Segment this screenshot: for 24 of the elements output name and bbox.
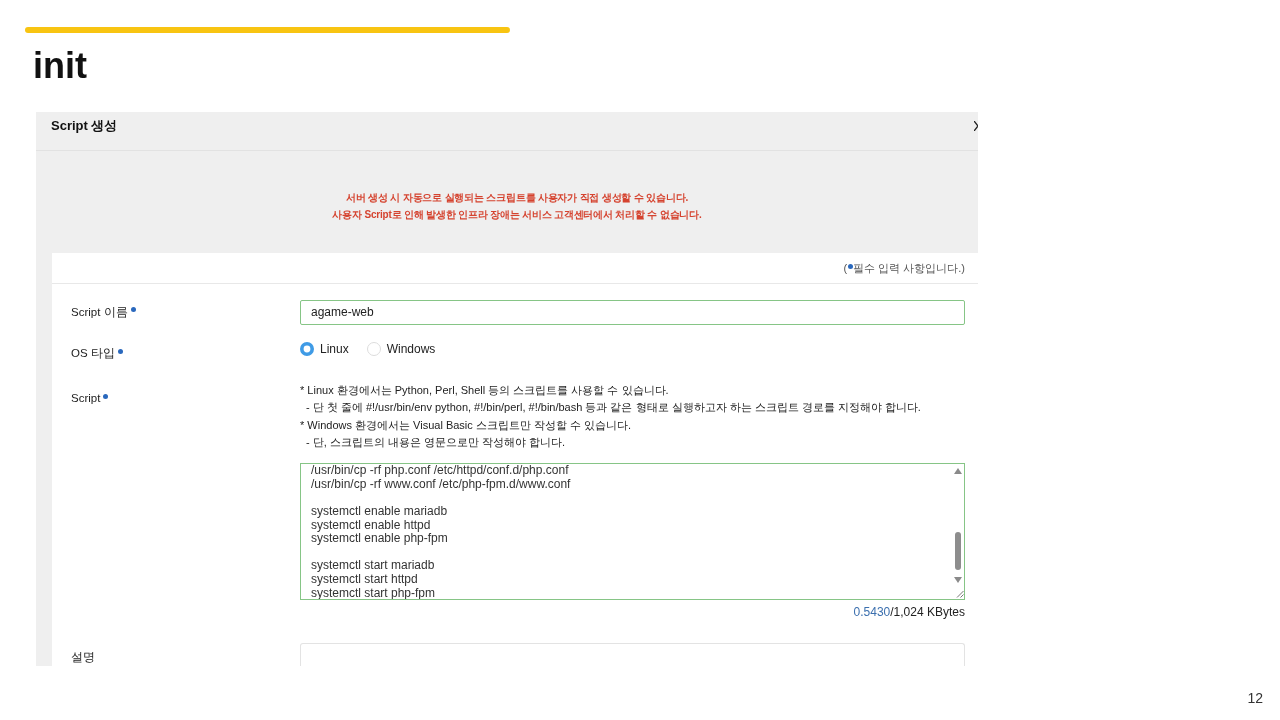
field-label: Script <box>71 391 101 406</box>
size-used: 0.5430 <box>853 604 891 621</box>
dialog-title: Script 생성 <box>51 117 118 135</box>
slide-title: init <box>33 44 87 88</box>
help-text: * Windows 환경에서는 Visual Basic 스크립트만 작성할 수 있습니다. <box>300 417 632 433</box>
help-text: - 단, 스크립트의 내용은 영문으로만 작성해야 합니다. <box>306 434 566 450</box>
page-number: 12 <box>1247 690 1263 706</box>
radio-option[interactable]: Linux <box>300 341 349 357</box>
resize-grip-icon[interactable] <box>955 589 964 599</box>
script-textarea[interactable]: /usr/bin/cp -rf php.conf /etc/httpd/conf.d/php.conf /usr/bin/cp -rf www.conf /etc/php-fpm.d/www.conf systemctl enable mariadb systemctl enable httpd systemctl enable php-fpm systemctl start mariadb systemctl start httpd systemctl start php-fpm <box>300 463 965 601</box>
required-dot-icon <box>848 264 854 269</box>
help-text: - 단 첫 줄에 #!/usr/bin/env python, #!/bin/perl, #!/bin/bash 등과 같은 형태로 실행하고자 하는 스크립트 경로를 지정해야 합니다. <box>306 400 921 416</box>
notice-text: 사용자 Script로 인해 발생한 인프라 장애는 서비스 고객센터에서 처리할 수 없습니다. <box>332 208 702 222</box>
radio-option[interactable]: Windows <box>366 341 436 357</box>
field-label: OS 타입 <box>71 346 115 361</box>
text-input[interactable]: agame-web <box>300 300 965 325</box>
size-limit: /1,024 KBytes <box>890 604 965 621</box>
field-label: Script 이름 <box>71 305 128 320</box>
chevron-icon[interactable] <box>974 121 978 131</box>
field-label: 설명 <box>71 650 95 666</box>
legend-paren: ( <box>843 261 848 276</box>
help-text: * Linux 환경에서는 Python, Perl, Shell 등의 스크립트를 사용할 수 있습니다. <box>300 383 669 398</box>
legend-text: 필수 입력 사항입니다.) <box>853 261 965 276</box>
notice-text: 서버 생성 시 자동으로 실행되는 스크립트를 사용자가 직접 생성할 수 있습니다. <box>346 191 688 205</box>
